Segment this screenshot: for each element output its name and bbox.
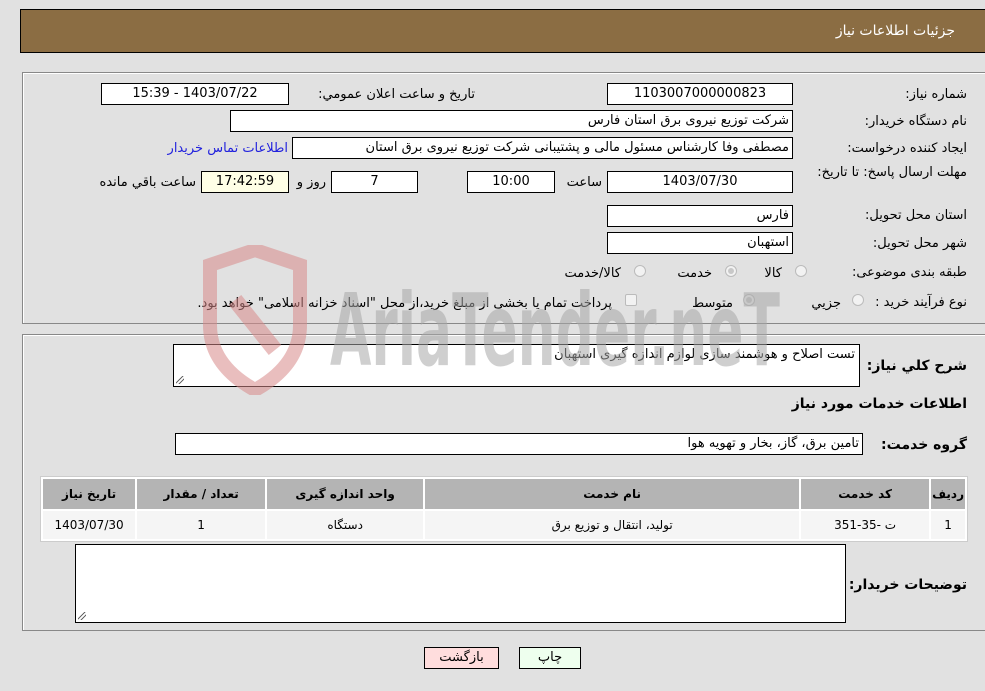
process-label: نوع فرآیند خرید : <box>875 295 967 310</box>
process-minor-radio[interactable] <box>852 294 864 306</box>
resize-grip-icon[interactable] <box>78 612 86 620</box>
need-number-field[interactable]: 1103007000000823 <box>607 83 793 105</box>
remaining-label: ساعت باقي مانده <box>99 175 196 190</box>
service-group-field[interactable]: تامین برق، گاز، بخار و تهویه هوا <box>175 433 863 455</box>
cell-name: تولید، انتقال و توزیع برق <box>425 511 800 539</box>
buyer-contact-link[interactable]: اطلاعات تماس خریدار <box>168 141 288 156</box>
days-remaining-field[interactable]: 7 <box>331 171 418 193</box>
category-goods-service-label: کالا/خدمت <box>564 266 621 281</box>
category-goods-radio[interactable] <box>795 265 807 277</box>
deadline-time-field[interactable]: 10:00 <box>467 171 555 193</box>
col-date-header: تاریخ نیاز <box>43 479 136 509</box>
category-service-label: خدمت <box>677 266 712 281</box>
table-header-row: ردیف کد خدمت نام خدمت واحد اندازه گیری ت… <box>43 479 965 509</box>
category-goods-label: کالا <box>764 266 782 281</box>
deadline-label: مهلت ارسال پاسخ: تا تاریخ: <box>817 165 967 180</box>
back-button[interactable]: بازگشت <box>424 647 499 669</box>
process-medium-label: متوسط <box>692 296 733 311</box>
province-label: استان محل تحویل: <box>865 208 967 223</box>
resize-grip-icon[interactable] <box>176 376 184 384</box>
cell-unit: دستگاه <box>267 511 424 539</box>
buyer-org-field[interactable]: شرکت توزیع نیروی برق استان فارس <box>230 110 793 132</box>
announce-datetime-field[interactable]: 1403/07/22 - 15:39 <box>101 83 289 105</box>
category-label: طبقه بندی موضوعی: <box>851 265 967 280</box>
treasury-checkbox[interactable] <box>625 294 637 306</box>
col-unit-header: واحد اندازه گیری <box>267 479 424 509</box>
col-code-header: کد خدمت <box>801 479 930 509</box>
col-row-header: ردیف <box>931 479 965 509</box>
services-heading: اطلاعات خدمات مورد نياز <box>791 396 967 412</box>
creator-field[interactable]: مصطفی وفا کارشناس مسئول مالی و پشتیبانی … <box>292 137 793 159</box>
treasury-note: پرداخت تمام یا بخشی از مبلغ خرید،از محل … <box>197 296 612 311</box>
service-group-label: گروه خدمت: <box>881 437 967 453</box>
city-field[interactable]: استهبان <box>607 232 793 254</box>
process-medium-radio[interactable] <box>743 294 755 306</box>
deadline-time-label: ساعت <box>566 175 602 190</box>
category-goods-service-radio[interactable] <box>634 265 646 277</box>
cell-date: 1403/07/30 <box>43 511 136 539</box>
category-service-radio[interactable] <box>725 265 737 277</box>
buyer-org-label: نام دستگاه خریدار: <box>864 114 967 129</box>
services-table: ردیف کد خدمت نام خدمت واحد اندازه گیری ت… <box>40 476 968 542</box>
services-table-wrapper: ردیف کد خدمت نام خدمت واحد اندازه گیری ت… <box>40 476 968 542</box>
province-field[interactable]: فارس <box>607 205 793 227</box>
buyer-notes-textarea[interactable] <box>75 544 846 623</box>
cell-code: ت -35-351 <box>801 511 930 539</box>
process-minor-label: جزيي <box>811 296 841 311</box>
deadline-date-field[interactable]: 1403/07/30 <box>607 171 793 193</box>
page-title: جزئيات اطلاعات نياز <box>835 23 955 39</box>
col-qty-header: تعداد / مقدار <box>137 479 266 509</box>
cell-qty: 1 <box>137 511 266 539</box>
page-header: جزئيات اطلاعات نياز <box>20 9 985 53</box>
buyer-notes-label: توضیحات خریدار: <box>848 577 967 593</box>
city-label: شهر محل تحویل: <box>872 236 967 251</box>
description-label: شرح کلي نياز: <box>866 358 967 374</box>
days-label: روز و <box>296 175 326 190</box>
print-button[interactable]: چاپ <box>519 647 581 669</box>
description-text: تست اصلاح و هوشمند سازی لوازم اندازه گیر… <box>554 347 855 362</box>
description-textarea[interactable]: تست اصلاح و هوشمند سازی لوازم اندازه گیر… <box>173 344 860 387</box>
announce-label: تاریخ و ساعت اعلان عمومي: <box>318 87 475 102</box>
table-row: 1 ت -35-351 تولید، انتقال و توزیع برق دس… <box>43 511 965 539</box>
cell-row: 1 <box>931 511 965 539</box>
need-number-label: شماره نیاز: <box>905 87 967 102</box>
col-name-header: نام خدمت <box>425 479 800 509</box>
creator-label: ایجاد کننده درخواست: <box>847 141 967 156</box>
remaining-time-field: 17:42:59 <box>201 171 289 193</box>
